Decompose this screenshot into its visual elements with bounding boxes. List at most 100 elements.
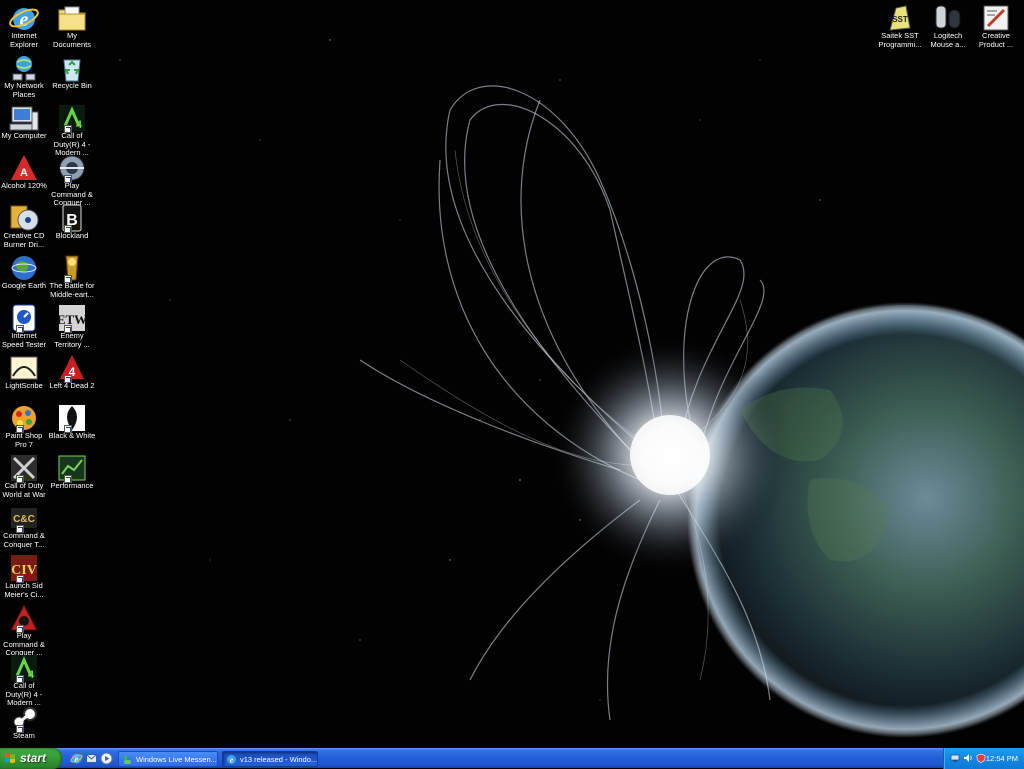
svg-text:SST: SST: [892, 15, 908, 24]
internet-speed-tester-icon: [8, 302, 40, 334]
desktop-icon-label: Creative Product ...: [978, 31, 1014, 49]
desktop-icon-creative-product[interactable]: Creative Product ...: [972, 2, 1020, 52]
shortcut-arrow-icon: [16, 325, 24, 333]
quick-launch-outlook-express-icon[interactable]: [85, 752, 98, 765]
call-of-duty-4-icon: 4: [56, 102, 88, 134]
desktop-icon-enemy-territory[interactable]: ETW Enemy Territory ...: [48, 302, 96, 352]
alcohol-120-icon: A: [8, 152, 40, 184]
shortcut-arrow-icon: [64, 325, 72, 333]
safety-icon[interactable]: [976, 753, 986, 763]
logitech-mouse-icon: [932, 2, 964, 34]
clock[interactable]: 12:54 PM: [986, 748, 1018, 769]
desktop-icon-call-of-duty-4[interactable]: 4 Call of Duty(R) 4 - Modern ...: [48, 102, 96, 157]
taskbar-button-label: Windows Live Messen...: [136, 755, 217, 764]
shortcut-arrow-icon: [16, 525, 24, 533]
desktop-icon-steam[interactable]: Steam: [0, 702, 48, 748]
lightscribe-icon: [8, 352, 40, 384]
quick-launch-internet-explorer-icon[interactable]: e: [70, 752, 83, 765]
desktop-icon-creative-cd-burner[interactable]: Creative CD Burner Dri...: [0, 202, 48, 252]
shortcut-arrow-icon: [16, 425, 24, 433]
desktop-icon-black-and-white[interactable]: Black & White: [48, 402, 96, 452]
google-earth-icon: [8, 252, 40, 284]
desktop-icon-label: My Documents: [53, 31, 91, 49]
desktop-icon-recycle-bin[interactable]: Recycle Bin: [48, 52, 96, 102]
desktop-icon-my-computer[interactable]: My Computer: [0, 102, 48, 152]
desktop-icon-play-command-conquer-2[interactable]: Play Command & Conquer ...: [0, 602, 48, 657]
black-and-white-icon: [56, 402, 88, 434]
desktop-icon-alcohol-120[interactable]: A Alcohol 120%: [0, 152, 48, 202]
windows-flag-icon: [5, 753, 15, 763]
performance-icon: [56, 452, 88, 484]
desktop-icon-my-network-places[interactable]: My Network Places: [0, 52, 48, 102]
desktop[interactable]: e Internet Explorer My Documents My Network…: [0, 0, 1024, 748]
network-icon[interactable]: [950, 753, 960, 763]
blockland-icon: B: [56, 202, 88, 234]
system-tray: 12:54 PM: [943, 748, 1024, 769]
desktop-icon-performance[interactable]: Performance: [48, 452, 96, 502]
desktop-icon-paint-shop-pro[interactable]: Paint Shop Pro 7: [0, 402, 48, 452]
desktop-icon-lightscribe[interactable]: LightScribe: [0, 352, 48, 402]
desktop-icon-google-earth[interactable]: Google Earth: [0, 252, 48, 302]
taskbar-button-messenger[interactable]: Windows Live Messen...: [118, 751, 218, 767]
internet-explorer-icon: e: [226, 754, 237, 765]
desktop-icon-command-conquer-tiberian[interactable]: C&C Command & Conquer T...: [0, 502, 48, 552]
shortcut-arrow-icon: [64, 375, 72, 383]
desktop-icon-label: Command & Conquer T...: [3, 531, 45, 549]
internet-explorer-icon: e: [8, 2, 40, 34]
svg-text:C&C: C&C: [13, 514, 35, 525]
taskbar-button-internet-explorer[interactable]: e v13 released - Windo...: [222, 751, 318, 767]
my-network-places-icon: [8, 52, 40, 84]
desktop-icon-civilization[interactable]: CIV Launch Sid Meier's Ci...: [0, 552, 48, 602]
desktop-icon-label: Call of Duty World at War: [2, 481, 46, 499]
my-computer-icon: [8, 102, 40, 134]
left-4-dead-2-icon: 4: [56, 352, 88, 384]
desktop-icon-saitek-sst[interactable]: SST Saitek SST Programmi...: [876, 2, 924, 52]
desktop-icon-logitech-mouse[interactable]: Logitech Mouse a...: [924, 2, 972, 52]
desktop-icon-label: Logitech Mouse a...: [930, 31, 966, 49]
taskbar: start e Windows Live Messen... e v13 relea…: [0, 748, 1024, 769]
desktop-icon-label: Internet Explorer: [10, 31, 38, 49]
desktop-icon-left-4-dead-2[interactable]: 4 Left 4 Dead 2: [48, 352, 96, 402]
play-command-conquer-icon: [56, 152, 88, 184]
desktop-icon-label: Saitek SST Programmi...: [878, 31, 922, 49]
shortcut-arrow-icon: [64, 175, 72, 183]
creative-cd-burner-icon: [8, 202, 40, 234]
start-label: start: [20, 751, 47, 765]
taskbar-button-label: v13 released - Windo...: [240, 755, 318, 764]
wallpaper-space-earth: [0, 0, 1024, 748]
desktop-icon-call-of-duty-world-at-war[interactable]: Call of Duty World at War: [0, 452, 48, 502]
paint-shop-pro-icon: [8, 402, 40, 434]
shortcut-arrow-icon: [16, 675, 24, 683]
svg-text:4: 4: [28, 669, 35, 681]
desktop-icon-internet-speed-tester[interactable]: Internet Speed Tester: [0, 302, 48, 352]
start-button[interactable]: start: [0, 748, 62, 769]
desktop-icon-play-command-conquer[interactable]: Play Command & Conquer ...: [48, 152, 96, 207]
desktop-icon-call-of-duty-4-2[interactable]: 4 Call of Duty(R) 4 - Modern ...: [0, 652, 48, 707]
svg-text:CIV: CIV: [11, 563, 37, 578]
shortcut-arrow-icon: [16, 725, 24, 733]
steam-icon: [8, 702, 40, 734]
volume-icon[interactable]: [963, 753, 973, 763]
shortcut-arrow-icon: [16, 575, 24, 583]
svg-text:A: A: [20, 167, 28, 179]
messenger-icon: [122, 754, 133, 765]
civilization-icon: CIV: [8, 552, 40, 584]
quick-launch-media-player-icon[interactable]: [100, 752, 113, 765]
desktop-icon-blockland[interactable]: B Blockland: [48, 202, 96, 252]
desktop-icon-battle-for-middle-earth[interactable]: The Battle for Middle-eart...: [48, 252, 96, 302]
desktop-icon-label: The Battle for Middle-eart...: [49, 281, 95, 299]
desktop-icon-internet-explorer[interactable]: e Internet Explorer: [0, 2, 48, 52]
desktop-icon-my-documents[interactable]: My Documents: [48, 2, 96, 52]
shortcut-arrow-icon: [64, 225, 72, 233]
shortcut-arrow-icon: [64, 475, 72, 483]
shortcut-arrow-icon: [64, 425, 72, 433]
battle-for-middle-earth-icon: [56, 252, 88, 284]
svg-text:4: 4: [76, 119, 83, 131]
shortcut-arrow-icon: [16, 625, 24, 633]
desktop-icon-label: Launch Sid Meier's Ci...: [4, 581, 44, 599]
creative-product-icon: [980, 2, 1012, 34]
shortcut-arrow-icon: [64, 275, 72, 283]
desktop-icon-label: My Network Places: [4, 81, 44, 99]
svg-text:ETW: ETW: [57, 312, 87, 327]
desktop-icon-label: Creative CD Burner Dri...: [3, 231, 45, 249]
